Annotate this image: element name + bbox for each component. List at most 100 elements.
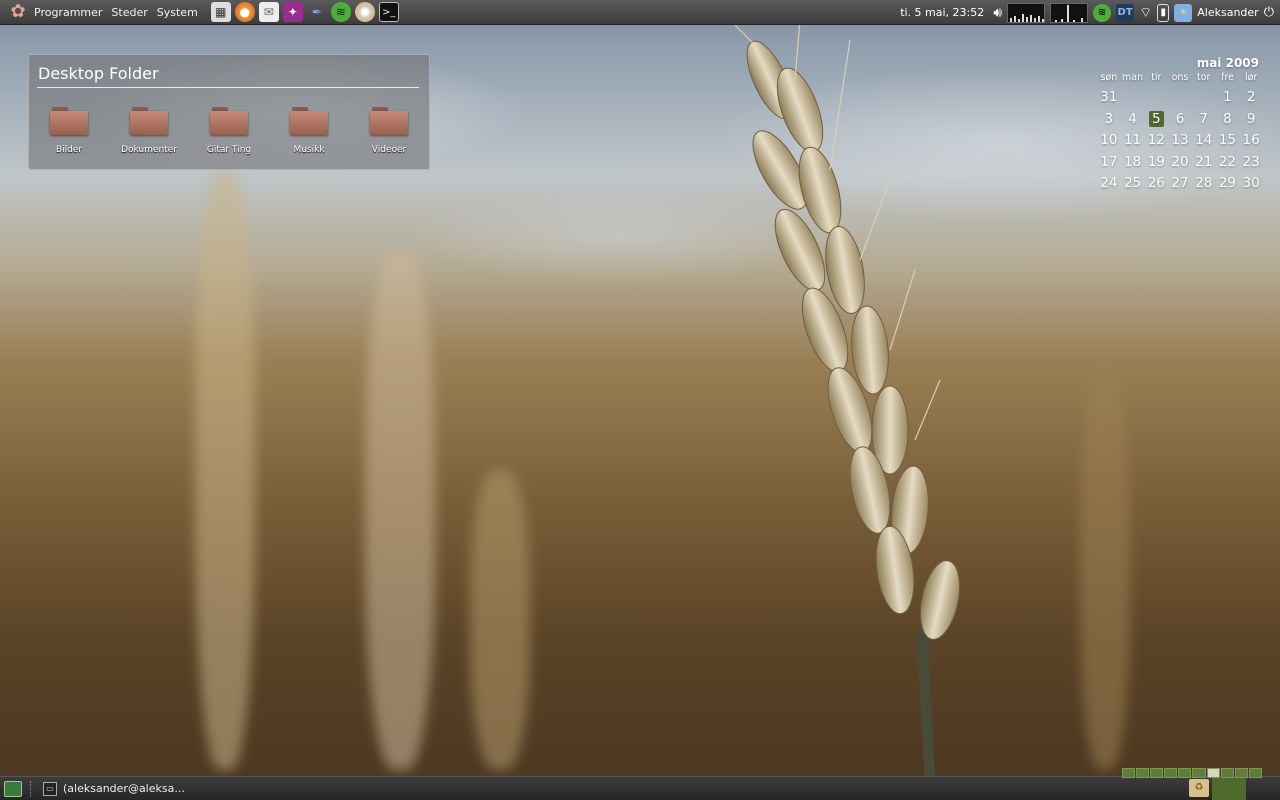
wallpaper-blur-stalk bbox=[470, 470, 530, 770]
calendar-day[interactable]: 3 bbox=[1097, 109, 1121, 131]
taskbar-item-label: (aleksander@aleksa... bbox=[63, 782, 185, 795]
calendar-day[interactable]: 14 bbox=[1192, 130, 1216, 152]
calendar-day[interactable]: 4 bbox=[1121, 109, 1145, 131]
battery-icon[interactable]: ▮ bbox=[1157, 3, 1170, 22]
calendar-day[interactable]: 11 bbox=[1121, 130, 1145, 152]
calendar-day[interactable]: 15 bbox=[1216, 130, 1240, 152]
folder-item-gitar-ting[interactable]: Gitar Ting bbox=[189, 107, 269, 155]
folder-label: Videoer bbox=[371, 145, 407, 155]
calendar-day[interactable]: 18 bbox=[1121, 152, 1145, 174]
calendar-day[interactable]: 20 bbox=[1168, 152, 1192, 174]
folder-icon bbox=[50, 107, 88, 135]
calendar-day[interactable]: 27 bbox=[1168, 173, 1192, 195]
network-graph[interactable] bbox=[1007, 2, 1046, 23]
system-monitor-icon[interactable]: ▦ bbox=[210, 2, 231, 22]
workspace-3[interactable] bbox=[1150, 768, 1164, 778]
calendar-day bbox=[1121, 87, 1145, 109]
calendar-day[interactable]: 24 bbox=[1097, 173, 1121, 195]
wifi-icon[interactable]: ⌔ bbox=[1139, 4, 1152, 22]
workspace-7[interactable] bbox=[1206, 768, 1220, 778]
user-name[interactable]: Aleksander bbox=[1197, 6, 1258, 19]
workspace-9[interactable] bbox=[1234, 768, 1248, 778]
folder-label: Bilder bbox=[55, 145, 83, 155]
cpu-graph[interactable] bbox=[1050, 2, 1089, 23]
calendar-day[interactable]: 17 bbox=[1097, 152, 1121, 174]
calendar-day[interactable]: 29 bbox=[1216, 173, 1240, 195]
calendar-day[interactable]: 10 bbox=[1097, 130, 1121, 152]
wallpaper-blur-stalk bbox=[365, 250, 435, 770]
calendar-day[interactable]: 8 bbox=[1216, 109, 1240, 131]
calendar-day[interactable]: 2 bbox=[1239, 87, 1263, 109]
calendar-day[interactable]: 16 bbox=[1239, 130, 1263, 152]
folder-label: Dokumenter bbox=[121, 145, 177, 155]
terminal-window-icon: ▭ bbox=[43, 781, 57, 796]
launcher-bar: ▦ ● ✉ ✦ ✒ ≋ >_ bbox=[210, 2, 399, 22]
menu-places[interactable]: Steder bbox=[111, 6, 147, 19]
clock[interactable]: ti. 5 mai, 23:52 bbox=[900, 6, 984, 19]
calendar-day[interactable]: 6 bbox=[1168, 109, 1192, 131]
workspace-5[interactable] bbox=[1178, 768, 1192, 778]
calendar-day[interactable]: 26 bbox=[1144, 173, 1168, 195]
main-menu-logo-icon[interactable]: ✿ bbox=[8, 2, 28, 22]
workspace-1[interactable] bbox=[1122, 768, 1136, 778]
calendar-day bbox=[1192, 87, 1216, 109]
spotify-icon[interactable]: ≋ bbox=[330, 2, 351, 22]
dt-icon[interactable]: DT bbox=[1116, 3, 1135, 22]
spotify-tray-icon[interactable]: ≋ bbox=[1093, 3, 1112, 22]
calendar-day[interactable]: 1 bbox=[1216, 87, 1240, 109]
firefox-icon[interactable]: ● bbox=[234, 2, 255, 22]
folder-icon bbox=[370, 107, 408, 135]
trash-icon[interactable]: ♻ bbox=[1189, 779, 1209, 797]
calendar-day bbox=[1144, 87, 1168, 109]
folder-icon bbox=[210, 107, 248, 135]
calendar-day[interactable]: 21 bbox=[1192, 152, 1216, 174]
calendar-day[interactable]: 7 bbox=[1192, 109, 1216, 131]
workspace-8[interactable] bbox=[1220, 768, 1234, 778]
calendar-day[interactable]: 9 bbox=[1239, 109, 1263, 131]
menu-applications[interactable]: Programmer bbox=[34, 6, 102, 19]
calendar-weekday: søn bbox=[1100, 72, 1118, 83]
calendar-day[interactable]: 23 bbox=[1239, 152, 1263, 174]
workspace-4[interactable] bbox=[1164, 768, 1178, 778]
calendar-day-grid: 31 1 2 3 4 5 6 7 8 9 10 11 12 13 14 15 16 17 18 19 20 21 22 23 2… bbox=[1097, 87, 1263, 195]
workspace-2[interactable] bbox=[1136, 768, 1150, 778]
folder-item-videoer[interactable]: Videoer bbox=[349, 107, 429, 155]
system-tray: ti. 5 mai, 23:52 🔊︎ ≋ DT ⌔ ▮ ☀ Aleksande… bbox=[900, 0, 1280, 25]
folder-item-dokumenter[interactable]: Dokumenter bbox=[109, 107, 189, 155]
terminal-icon[interactable]: >_ bbox=[378, 2, 399, 22]
power-icon[interactable]: ⏻ bbox=[1264, 5, 1274, 20]
folder-label: Musikk bbox=[293, 145, 325, 155]
calendar-day[interactable]: 13 bbox=[1168, 130, 1192, 152]
taskbar-item-terminal[interactable]: ▭ (aleksander@aleksa... bbox=[43, 781, 185, 796]
folder-icon bbox=[290, 107, 328, 135]
show-desktop-button[interactable] bbox=[4, 780, 22, 797]
image-viewer-icon[interactable]: ✦ bbox=[282, 2, 303, 22]
weather-icon[interactable]: ☀ bbox=[1174, 3, 1193, 22]
calendar-day[interactable]: 28 bbox=[1192, 173, 1216, 195]
calendar-day[interactable]: 19 bbox=[1144, 152, 1168, 174]
top-panel: ✿ Programmer Steder System ▦ ● ✉ ✦ ✒ ≋ >… bbox=[0, 0, 1280, 25]
menu-system[interactable]: System bbox=[157, 6, 198, 19]
calendar-day[interactable]: 25 bbox=[1121, 173, 1145, 195]
folder-item-musikk[interactable]: Musikk bbox=[269, 107, 349, 155]
cd-burner-icon[interactable] bbox=[354, 2, 375, 22]
calendar-day[interactable]: 31 bbox=[1097, 87, 1121, 109]
calendar-month[interactable]: mai 2009 bbox=[1097, 56, 1263, 70]
panel-handle[interactable] bbox=[30, 780, 33, 797]
workspace-preview[interactable] bbox=[1212, 778, 1246, 800]
calendar-day[interactable]: 22 bbox=[1216, 152, 1240, 174]
calendar-day[interactable]: 12 bbox=[1144, 130, 1168, 152]
calendar-day[interactable]: 30 bbox=[1239, 173, 1263, 195]
wallpaper-blur-stalk bbox=[195, 170, 255, 770]
calendar-weekday: man bbox=[1122, 72, 1144, 83]
desktop-folder-items: Bilder Dokumenter Gitar Ting Musikk Vide… bbox=[29, 107, 429, 155]
calendar-weekday: lør bbox=[1244, 72, 1258, 83]
mail-icon[interactable]: ✉ bbox=[258, 2, 279, 22]
pen-icon[interactable]: ✒ bbox=[307, 2, 327, 22]
folder-item-bilder[interactable]: Bilder bbox=[29, 107, 109, 155]
workspace-6[interactable] bbox=[1192, 768, 1206, 778]
calendar-weekday: tir bbox=[1151, 72, 1162, 83]
workspace-10[interactable] bbox=[1248, 768, 1262, 778]
calendar-day-today[interactable]: 5 bbox=[1144, 109, 1168, 131]
volume-icon[interactable]: 🔊︎ bbox=[993, 5, 1002, 21]
